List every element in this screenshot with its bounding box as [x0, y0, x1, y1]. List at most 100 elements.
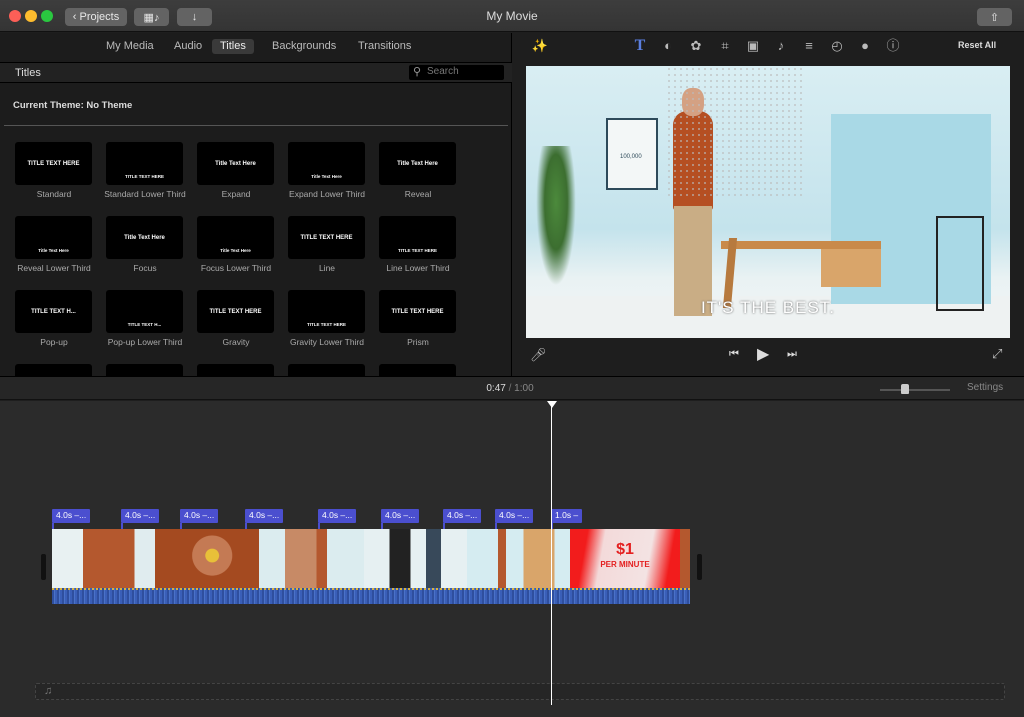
tab-titles[interactable]: Titles [212, 39, 254, 54]
title-clip-marker[interactable]: 4.0s –... [318, 509, 357, 529]
title-thumbnail[interactable] [106, 364, 183, 376]
title-thumbnail-focus-lower-third[interactable]: Title Text Here [197, 216, 274, 259]
color-balance-icon[interactable]: ◐ [659, 37, 677, 55]
share-button[interactable]: ⇧ [977, 8, 1012, 26]
section-title: Titles [15, 67, 41, 79]
info-icon[interactable]: ⓘ [884, 37, 902, 55]
title-thumbnail-gravity[interactable]: TITLE TEXT HERE [197, 290, 274, 333]
title-clip-marker[interactable]: 4.0s –... [121, 509, 160, 529]
title-thumbnail-line[interactable]: TITLE TEXT HERE [288, 216, 365, 259]
title-clip-marker[interactable]: 4.0s –... [495, 509, 534, 529]
browser-pane: My Media Audio Titles Backgrounds Transition… [0, 33, 512, 376]
search-input[interactable]: ⚲ Search [409, 65, 504, 80]
window-title: My Movie [486, 9, 538, 23]
title-thumbnail-standard[interactable]: TITLE TEXT HERE [15, 142, 92, 185]
clip-thumbnail [52, 529, 155, 588]
viewer-pane: ✨ T ◐ ✿ ⌗ ▣ ♪ ≡ ◴ ● ⓘ Reset All 100,000 IT'S THE B… [513, 33, 1024, 376]
speed-icon[interactable]: ◴ [828, 37, 846, 55]
clip-thumbnail [259, 529, 364, 588]
title-preview-text: TITLE TEXT HERE [391, 308, 444, 315]
title-preview-text: TITLE TEXT HERE [124, 174, 164, 179]
title-thumbnail-prism[interactable]: TITLE TEXT HERE [379, 290, 456, 333]
title-thumbnail[interactable] [379, 364, 456, 376]
equalizer-icon[interactable]: ≡ [800, 37, 818, 55]
title-thumbnail-expand[interactable]: Title Text Here [197, 142, 274, 185]
title-thumbnail-reveal-lower-third[interactable]: Title Text Here [15, 216, 92, 259]
music-track[interactable]: ♫ [35, 683, 1005, 700]
title-thumbnail[interactable] [288, 364, 365, 376]
current-theme-label: Current Theme: No Theme [13, 100, 133, 111]
video-viewer[interactable]: 100,000 IT'S THE BEST. [526, 66, 1010, 338]
microphone-icon[interactable]: 🎤︎ [530, 347, 547, 363]
title-thumbnail-focus[interactable]: Title Text Here [106, 216, 183, 259]
title-thumbnail[interactable] [197, 364, 274, 376]
magic-wand-icon[interactable]: ✨ [531, 37, 549, 55]
share-icon: ⇧ [989, 11, 1000, 24]
skip-back-button[interactable]: ⏮︎ [729, 348, 739, 361]
tab-audio[interactable]: Audio [166, 39, 210, 54]
title-bar: ‹ Projects ▦♪ ↓ My Movie ⇧ [0, 0, 1024, 32]
playhead-handle[interactable] [547, 401, 557, 408]
title-thumbnail-pop-up-lower-third[interactable]: TITLE TEXT H... [106, 290, 183, 333]
title-clip-marker[interactable]: 4.0s –... [180, 509, 219, 529]
caption-text: IT'S THE BEST. [700, 298, 836, 317]
playhead[interactable] [551, 401, 552, 705]
clip-trim-handle-left[interactable] [41, 554, 46, 580]
title-clip-marker[interactable]: 1.0s – [551, 509, 583, 529]
title-label: Standard [36, 189, 72, 199]
reset-all-button[interactable]: Reset All [958, 40, 996, 50]
clip-thumbnail [364, 529, 467, 588]
title-preview-text: TITLE TEXT H... [127, 322, 162, 327]
clip-thumbnail: $1 PER MINUTE [570, 529, 680, 588]
zoom-slider-knob[interactable] [900, 384, 909, 394]
clip-thumbnail [680, 529, 690, 588]
title-preview-text: Title Text Here [311, 174, 342, 179]
title-label: Focus [133, 263, 157, 273]
crop-icon[interactable]: ⌗ [716, 37, 734, 55]
volume-icon[interactable]: ♪ [772, 37, 790, 55]
zoom-slider[interactable] [880, 384, 950, 394]
timeline-header: 0:47 / 1:00 Settings [0, 376, 1024, 400]
title-thumbnail-standard-lower-third[interactable]: TITLE TEXT HERE [106, 142, 183, 185]
title-label: Reveal Lower Third [17, 263, 91, 273]
title-clip-marker[interactable]: 4.0s –... [443, 509, 482, 529]
title-text-icon[interactable]: T [631, 37, 649, 55]
title-label: Gravity Lower Third [289, 337, 364, 347]
color-palette-icon[interactable]: ✿ [687, 37, 705, 55]
skip-forward-button[interactable]: ⏭︎ [787, 348, 797, 361]
title-clip-marker[interactable]: 4.0s –... [245, 509, 284, 529]
title-preview-text: Title Text Here [397, 160, 438, 167]
title-preview-text: TITLE TEXT HERE [209, 308, 262, 315]
music-note-icon: ♫ [44, 685, 53, 697]
titles-header: Titles ⚲ Search [0, 62, 512, 83]
title-thumbnail-gravity-lower-third[interactable]: TITLE TEXT HERE [288, 290, 365, 333]
title-label: Reveal [404, 189, 432, 199]
title-thumbnail-expand-lower-third[interactable]: Title Text Here [288, 142, 365, 185]
stabilization-icon[interactable]: ▣ [744, 37, 762, 55]
timeline[interactable]: 4.0s –... 4.0s –... 4.0s –... 4.0s –... 4.0s… [0, 401, 1024, 717]
filter-icon[interactable]: ● [856, 37, 874, 55]
title-label: Expand Lower Third [289, 189, 365, 199]
current-time: 0:47 [486, 383, 506, 394]
tab-transitions[interactable]: Transitions [350, 39, 419, 54]
divider [4, 125, 508, 126]
title-thumbnail-pop-up[interactable]: TITLE TEXT H... [15, 290, 92, 333]
title-label: Gravity [222, 337, 250, 347]
title-thumbnail-line-lower-third[interactable]: TITLE TEXT HERE [379, 216, 456, 259]
audio-waveform [52, 588, 690, 604]
tab-backgrounds[interactable]: Backgrounds [264, 39, 344, 54]
play-button[interactable]: ▶︎ [757, 344, 769, 364]
tab-my-media[interactable]: My Media [98, 39, 162, 54]
clip-trim-handle-right[interactable] [697, 554, 702, 580]
title-thumbnail-reveal[interactable]: Title Text Here [379, 142, 456, 185]
settings-button[interactable]: Settings [967, 382, 1003, 393]
title-label: Prism [407, 337, 429, 347]
video-clip-strip[interactable]: $1 PER MINUTE [52, 529, 690, 604]
title-label: Pop-up [40, 337, 68, 347]
fullscreen-icon[interactable]: ⤢ [992, 346, 1002, 362]
title-clip-marker[interactable]: 4.0s –... [52, 509, 91, 529]
title-clip-marker[interactable]: 4.0s –... [381, 509, 420, 529]
title-label: Expand [221, 189, 251, 199]
title-thumbnail[interactable] [15, 364, 92, 376]
title-label: Standard Lower Third [104, 189, 186, 199]
